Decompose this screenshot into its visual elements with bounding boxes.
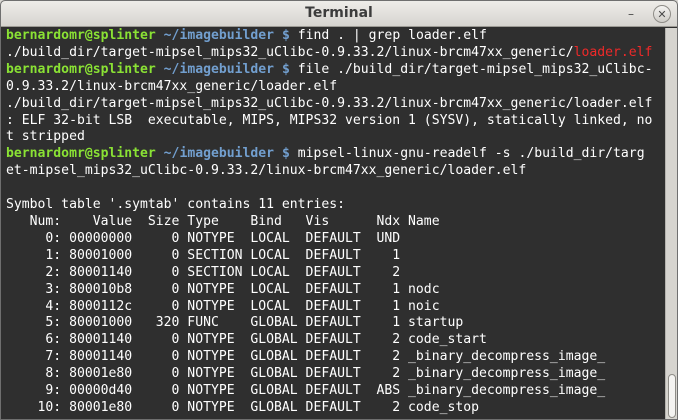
- output-line: Symbol table '.symtab' contains 11 entri…: [6, 197, 665, 214]
- output-line: : ELF 32-bit LSB executable, MIPS, MIPS3…: [6, 113, 665, 130]
- output-text: 8: 80001e80 0 NOTYPE GLOBAL DEFAULT 2 _b…: [6, 366, 606, 382]
- command-text: mipsel-linux-gnu-readelf -s ./build_dir/…: [297, 146, 645, 162]
- output-line: ./build_dir/target-mipsel_mips32_uClibc-…: [6, 45, 665, 62]
- output-line: 7: 80001140 0 NOTYPE GLOBAL DEFAULT 2 _b…: [6, 349, 665, 366]
- output-text: 4: 8000112c 0 NOTYPE LOCAL DEFAULT 1 noi…: [6, 298, 440, 314]
- output-line: 0.9.33.2/linux-brcm47xx_generic/loader.e…: [6, 79, 665, 96]
- output-text: 0: 00000000 0 NOTYPE LOCAL DEFAULT UND: [6, 230, 409, 246]
- output-line: et-mipsel_mips32_uClibc-0.9.33.2/linux-b…: [6, 163, 665, 180]
- prompt-symbol: $: [281, 61, 290, 77]
- output-text: ./build_dir/target-mipsel_mips32_uClibc-…: [6, 95, 653, 111]
- output-text: 1: 80001000 0 SECTION LOCAL DEFAULT 1: [6, 247, 409, 263]
- prompt-user: bernardomr@splinter: [6, 28, 156, 43]
- output-line: 4: 8000112c 0 NOTYPE LOCAL DEFAULT 1 noi…: [6, 299, 665, 316]
- output-text: : ELF 32-bit LSB executable, MIPS, MIPS3…: [6, 112, 653, 128]
- output-text: ./build_dir/target-mipsel_mips32_uClibc-…: [6, 44, 574, 60]
- output-line: 2: 80001140 0 SECTION LOCAL DEFAULT 2: [6, 265, 665, 282]
- output-line: 0: 00000000 0 NOTYPE LOCAL DEFAULT UND: [6, 231, 665, 248]
- output-text: 10: 80001e80 0 NOTYPE GLOBAL DEFAULT 2 c…: [6, 399, 479, 415]
- prompt-line: bernardomr@splinter ~/imagebuilder $ mip…: [6, 146, 665, 163]
- prompt-line: bernardomr@splinter ~/imagebuilder $ fil…: [6, 62, 665, 79]
- output-text: 5: 80001000 320 FUNC GLOBAL DEFAULT 1 st…: [6, 315, 464, 331]
- prompt-line: bernardomr@splinter ~/imagebuilder $ fin…: [6, 28, 665, 45]
- window-title: Terminal: [305, 5, 373, 21]
- output-text: 2: 80001140 0 SECTION LOCAL DEFAULT 2: [6, 264, 409, 280]
- terminal-window: Terminal – ✕ bernardomr@splinter ~/image…: [0, 0, 678, 420]
- output-text: 0.9.33.2/linux-brcm47xx_generic/loader.e…: [6, 78, 338, 94]
- output-line: t stripped: [6, 129, 665, 146]
- prompt-symbol: $: [281, 146, 290, 162]
- prompt-symbol: $: [281, 28, 290, 43]
- scrollbar-thumb[interactable]: [668, 374, 676, 418]
- output-line: 1: 80001000 0 SECTION LOCAL DEFAULT 1: [6, 248, 665, 265]
- terminal-output[interactable]: bernardomr@splinter ~/imagebuilder $ fin…: [1, 28, 665, 419]
- output-line: 8: 80001e80 0 NOTYPE GLOBAL DEFAULT 2 _b…: [6, 366, 665, 383]
- output-text: t stripped: [6, 129, 85, 145]
- command-text: find . | grep loader.elf: [297, 28, 487, 43]
- prompt-user: bernardomr@splinter: [6, 61, 156, 77]
- output-line: 5: 80001000 320 FUNC GLOBAL DEFAULT 1 st…: [6, 315, 665, 332]
- output-text: 7: 80001140 0 NOTYPE GLOBAL DEFAULT 2 _b…: [6, 349, 606, 365]
- prompt-user: bernardomr@splinter: [6, 146, 156, 162]
- output-text: 9: 00000d40 0 NOTYPE GLOBAL DEFAULT ABS …: [6, 383, 606, 399]
- prompt-path: ~/imagebuilder: [163, 28, 275, 43]
- output-line: 6: 80001140 0 NOTYPE GLOBAL DEFAULT 2 co…: [6, 332, 665, 349]
- output-text: Symbol table '.symtab' contains 11 entri…: [6, 197, 345, 213]
- title-bar[interactable]: Terminal – ✕: [1, 1, 677, 27]
- output-line: 9: 00000d40 0 NOTYPE GLOBAL DEFAULT ABS …: [6, 383, 665, 400]
- output-line: Num: Value Size Type Bind Vis Ndx Name: [6, 214, 665, 231]
- output-text: 3: 800010b8 0 NOTYPE LOCAL DEFAULT 1 nod…: [6, 281, 440, 297]
- prompt-path: ~/imagebuilder: [163, 61, 275, 77]
- command-text: file ./build_dir/target-mipsel_mips32_uC…: [297, 61, 653, 77]
- output-text: 6: 80001140 0 NOTYPE GLOBAL DEFAULT 2 co…: [6, 332, 487, 348]
- output-line: 3: 800010b8 0 NOTYPE LOCAL DEFAULT 1 nod…: [6, 282, 665, 299]
- minimize-icon[interactable]: –: [623, 6, 639, 22]
- scrollbar[interactable]: [665, 28, 677, 419]
- output-line: ./build_dir/target-mipsel_mips32_uClibc-…: [6, 96, 665, 113]
- match-highlight: loader.elf: [573, 44, 653, 60]
- output-text: Num: Value Size Type Bind Vis Ndx Name: [6, 213, 440, 229]
- output-line: 10: 80001e80 0 NOTYPE GLOBAL DEFAULT 2 c…: [6, 400, 665, 417]
- close-icon[interactable]: ✕: [653, 5, 671, 23]
- output-text: et-mipsel_mips32_uClibc-0.9.33.2/linux-b…: [6, 163, 527, 179]
- prompt-path: ~/imagebuilder: [163, 146, 275, 162]
